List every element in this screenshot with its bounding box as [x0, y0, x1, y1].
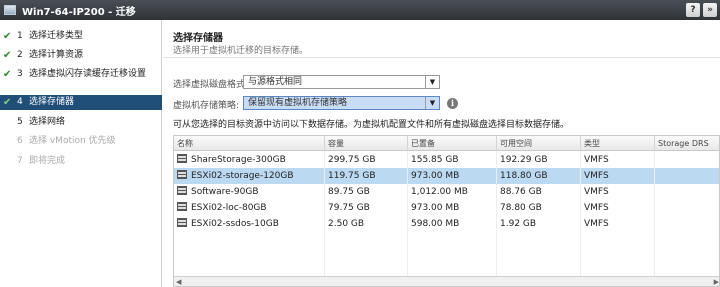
datastore-table: 名称 容量 已置备 可用空间 类型 Storage DRS ShareStora…: [173, 135, 720, 287]
help-button[interactable]: ?: [686, 3, 700, 17]
column-header-free[interactable]: 可用空间: [497, 136, 581, 151]
page-title: 选择存储器: [173, 33, 223, 44]
check-icon: ✔: [3, 97, 12, 108]
step-label: 选择迁移类型: [29, 31, 84, 41]
datastore-icon: [177, 154, 187, 163]
disk-format-label: 选择虚拟磁盘格式:: [173, 80, 249, 90]
table-row[interactable]: Software-90GB 89.75 GB 1,012.00 MB 88.76…: [174, 184, 719, 200]
step-1[interactable]: ✔ 1 选择迁移类型: [0, 31, 162, 45]
scroll-right-icon[interactable]: ▶: [714, 278, 719, 286]
storage-policy-label: 虚拟机存储策略:: [173, 101, 240, 111]
column-header-provisioned[interactable]: 已置备: [408, 136, 497, 151]
datastore-note: 可从您选择的目标资源中访问以下数据存储。为虚拟机配置文件和所有虚拟磁盘选择目标数…: [173, 120, 570, 130]
step-4[interactable]: ✔ 4 选择存储器: [0, 95, 162, 110]
column-header-storage-drs[interactable]: Storage DRS: [655, 136, 719, 151]
main-content: 选择存储器 选择用于虚拟机迁移的目标存储。 选择虚拟磁盘格式: 与源格式相同 ▼…: [163, 20, 720, 287]
horizontal-scrollbar[interactable]: ◀ ▶: [174, 276, 719, 286]
column-header-type[interactable]: 类型: [581, 136, 655, 151]
step-label: 选择虚拟闪存读缓存迁移设置: [29, 69, 147, 79]
column-header-capacity[interactable]: 容量: [325, 136, 408, 151]
divider: [163, 57, 720, 58]
datastore-icon: [177, 186, 187, 195]
info-icon[interactable]: i: [447, 98, 458, 109]
table-header: 名称 容量 已置备 可用空间 类型 Storage DRS: [174, 136, 719, 151]
step-label: 选择 vMotion 优先级: [29, 136, 116, 146]
page-subtitle: 选择用于虚拟机迁移的目标存储。: [173, 46, 309, 56]
step-3[interactable]: ✔ 3 选择虚拟闪存读缓存迁移设置: [0, 69, 162, 93]
datastore-icon: [177, 218, 187, 227]
step-label: 选择网络: [29, 117, 66, 127]
window-icon: [4, 5, 16, 15]
check-icon: ✔: [3, 69, 12, 80]
dropdown-arrow-icon: ▼: [425, 76, 439, 88]
step-label: 即将完成: [29, 156, 66, 166]
wizard-steps: ✔ 1 选择迁移类型 ✔ 2 选择计算资源 ✔ 3 选择虚拟闪存读缓存迁移设置 …: [0, 20, 162, 287]
step-2[interactable]: ✔ 2 选择计算资源: [0, 50, 162, 64]
datastore-icon: [177, 202, 187, 211]
table-row[interactable]: ESXi02-loc-80GB 79.75 GB 973.00 MB 78.80…: [174, 200, 719, 216]
expand-button[interactable]: »: [703, 3, 717, 17]
title-bar: Win7-64-IP200 - 迁移 ? »: [0, 0, 720, 20]
disk-format-select[interactable]: 与源格式相同 ▼: [243, 75, 440, 89]
dropdown-arrow-icon: ▼: [425, 97, 439, 109]
check-icon: ✔: [3, 31, 12, 42]
scroll-left-icon[interactable]: ◀: [176, 278, 181, 286]
step-label: 选择计算资源: [29, 50, 84, 60]
window-title: Win7-64-IP200 - 迁移: [22, 6, 136, 18]
table-row[interactable]: ShareStorage-300GB 299.75 GB 155.85 GB 1…: [174, 152, 719, 168]
table-row[interactable]: ESXi02-ssdos-10GB 2.50 GB 598.00 MB 1.92…: [174, 216, 719, 232]
column-header-name[interactable]: 名称: [174, 136, 325, 151]
storage-policy-select[interactable]: 保留现有虚拟机存储策略 ▼: [243, 96, 440, 110]
step-6: 6 选择 vMotion 优先级: [0, 136, 162, 150]
table-row-selected[interactable]: ESXi02-storage-120GB 119.75 GB 973.00 MB…: [174, 168, 719, 184]
datastore-icon: [177, 170, 187, 179]
step-7: 7 即将完成: [0, 156, 162, 170]
step-5[interactable]: 5 选择网络: [0, 117, 162, 131]
step-label: 选择存储器: [29, 97, 75, 107]
check-icon: ✔: [3, 50, 12, 61]
